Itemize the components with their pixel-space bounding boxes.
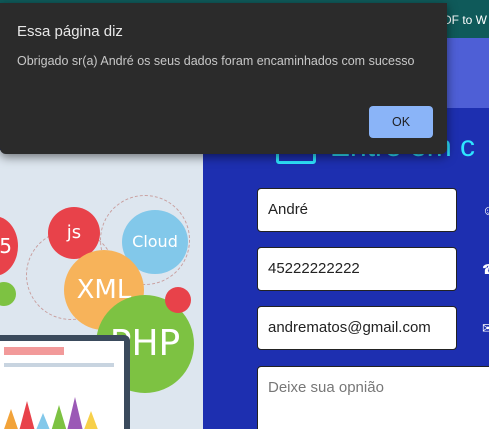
email-input[interactable]: andrematos@gmail.com [257,306,457,350]
bubble-html5: 5 [0,216,18,276]
dialog-title: Essa página diz [17,23,123,40]
ok-button[interactable]: OK [369,106,433,138]
user-icon: ☺ [482,202,489,218]
alert-dialog: Essa página diz Obrigado sr(a) André os … [0,3,447,154]
bubble-dot-red [165,287,191,313]
opinion-textarea[interactable]: Deixe sua opnião [257,366,489,429]
phone-input[interactable]: 45222222222 [257,247,457,291]
monitor-graphic [0,335,130,429]
phone-icon: ☎ [482,261,489,278]
dialog-message: Obrigado sr(a) André os seus dados foram… [17,54,415,68]
bubble-dot-green [0,282,16,306]
name-input[interactable]: André [257,188,457,232]
envelope-icon: ✉ [482,320,489,336]
tech-illustration: 5 js Cloud XML PHP [0,150,203,429]
